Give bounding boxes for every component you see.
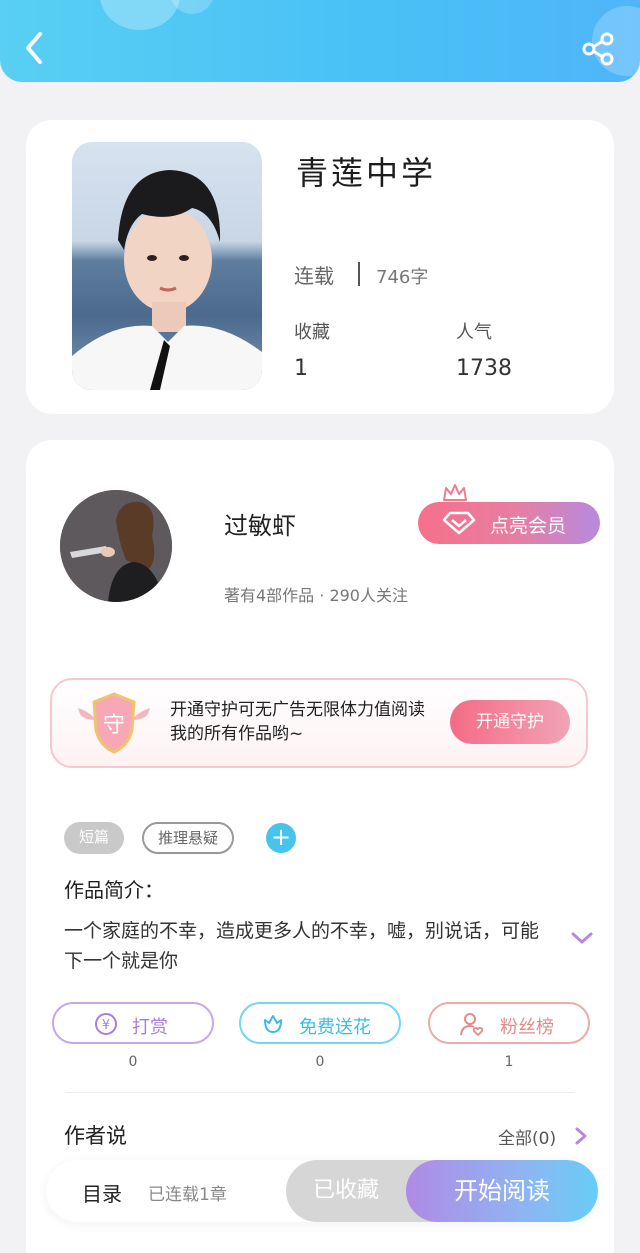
- fan-rank-button[interactable]: 粉丝榜: [428, 1002, 590, 1044]
- guard-banner: 守 开通守护可无广告无限体力值阅读我的所有作品哟~ 开通守护: [50, 678, 588, 768]
- top-bar: [0, 0, 640, 82]
- send-flower-label: 免费送花: [299, 1017, 371, 1038]
- avatar[interactable]: [60, 490, 172, 602]
- send-flower-button[interactable]: 免费送花: [239, 1002, 401, 1044]
- fan-count: 1: [504, 1054, 514, 1070]
- author-says-label: 作者说: [64, 1124, 127, 1148]
- crown-icon: [443, 484, 467, 504]
- open-guard-button[interactable]: 开通守护: [450, 700, 570, 744]
- collected-label: 已收藏: [312, 1178, 379, 1203]
- guard-shield-icon: 守: [78, 692, 150, 754]
- guard-text: 开通守护可无广告无限体力值阅读我的所有作品哟~: [170, 700, 425, 744]
- divider: [358, 262, 360, 286]
- reward-label: 打赏: [132, 1017, 168, 1038]
- word-count: 746字: [376, 267, 429, 288]
- bottom-action-bar: 目录 已连载1章 已收藏 开始阅读: [46, 1160, 598, 1222]
- share-icon[interactable]: [580, 30, 618, 68]
- popularity-value: 1738: [456, 356, 512, 381]
- fan-rank-label: 粉丝榜: [500, 1017, 554, 1038]
- author-meta: 著有4部作品 · 290人关注: [224, 586, 408, 605]
- yen-icon: ¥: [95, 1013, 117, 1035]
- divider: [66, 1092, 574, 1093]
- book-title: 青莲中学: [296, 154, 437, 192]
- flower-count: 0: [315, 1054, 325, 1070]
- decor-bubble: [170, 0, 214, 14]
- guard-badge-char: 守: [103, 713, 125, 738]
- cover-illustration: [72, 170, 262, 390]
- decor-bubble: [100, 0, 180, 30]
- toc-button[interactable]: 目录: [82, 1178, 122, 1207]
- user-heart-icon: [460, 1013, 484, 1036]
- serial-status: 连载: [294, 264, 334, 288]
- flower-icon: [264, 1015, 282, 1033]
- author-says-all-link[interactable]: 全部(0): [498, 1124, 556, 1149]
- collect-label: 收藏: [294, 322, 330, 343]
- book-info-card: 青莲中学 连载 746字 收藏 人气 1 1738: [26, 120, 614, 414]
- author-name[interactable]: 过敏虾: [224, 506, 296, 541]
- start-reading-button[interactable]: 开始阅读: [406, 1160, 598, 1222]
- chevron-down-icon[interactable]: [570, 930, 594, 946]
- vip-button[interactable]: 点亮会员: [418, 502, 600, 544]
- collect-value: 1: [294, 356, 308, 381]
- book-cover-image[interactable]: [72, 142, 262, 390]
- svg-text:¥: ¥: [102, 1018, 110, 1033]
- author-card: 过敏虾 著有4部作品 · 290人关注 点亮会员 守 开通守护可无广告无限体力值…: [26, 440, 614, 1253]
- chevron-left-icon[interactable]: [18, 28, 52, 68]
- intro-label: 作品简介：: [64, 878, 164, 902]
- reward-button[interactable]: ¥ 打赏: [52, 1002, 214, 1044]
- avatar-illustration: [60, 490, 172, 602]
- reward-count: 0: [128, 1054, 138, 1070]
- chevron-right-icon[interactable]: [574, 1126, 588, 1146]
- diamond-icon: [442, 511, 476, 535]
- popularity-label: 人气: [456, 322, 492, 343]
- vip-button-label: 点亮会员: [490, 515, 567, 537]
- add-tag-button[interactable]: +: [266, 823, 296, 853]
- intro-text: 一个家庭的不幸，造成更多人的不幸，嘘，别说话，可能下一个就是你: [64, 920, 540, 972]
- tag-mystery[interactable]: 推理悬疑: [142, 822, 234, 854]
- toc-status: 已连载1章: [148, 1185, 227, 1205]
- tag-short[interactable]: 短篇: [64, 822, 124, 854]
